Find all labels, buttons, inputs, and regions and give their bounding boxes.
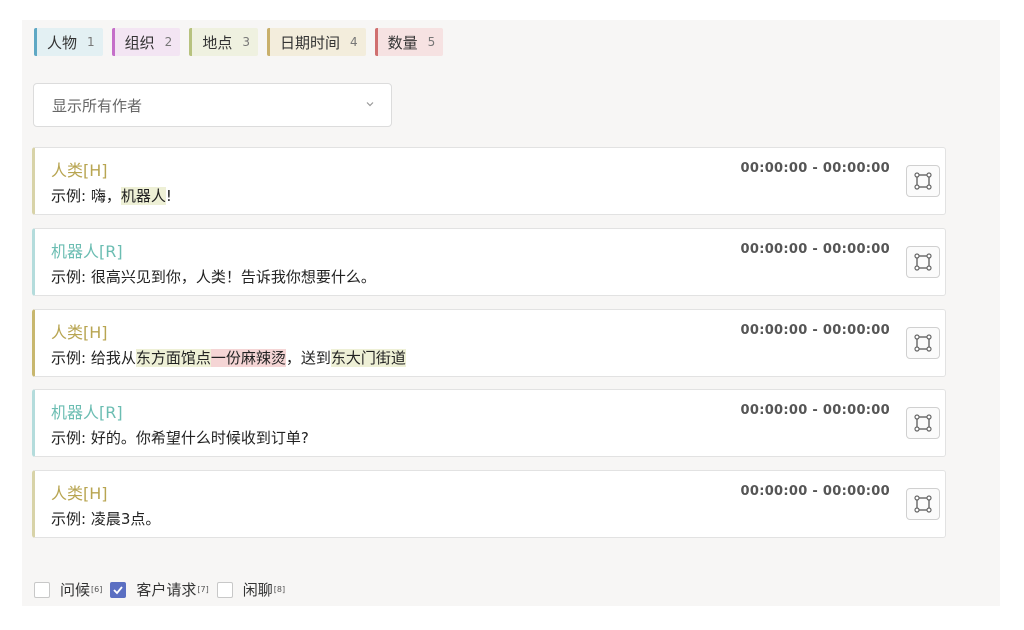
message-timestamp: 00:00:00 - 00:00:00: [740, 242, 890, 257]
tag-greeting[interactable]: 问候 [6]: [34, 579, 102, 600]
message-speaker: 人类[H]: [51, 323, 108, 342]
bounding-box-icon: [914, 495, 932, 513]
message-text[interactable]: 示例: 凌晨3点。: [51, 508, 160, 529]
message-timestamp: 00:00:00 - 00:00:00: [740, 484, 890, 499]
message-text-plain: 示例: 凌晨3点。: [51, 510, 161, 528]
label-chip-hotkey: 3: [242, 35, 250, 49]
tag-customer-request[interactable]: 客户请求 [7]: [110, 579, 209, 600]
tag-hotkey: [6]: [91, 585, 103, 594]
message-speaker: 机器人[R]: [51, 242, 123, 261]
label-chip-name: 地点: [202, 33, 233, 52]
message-text[interactable]: 示例: 嗨，机器人!: [51, 185, 172, 206]
label-chip-hotkey: 4: [349, 35, 358, 49]
message-text-plain: 示例: 很高兴见到你，人类！告诉我你想要什么。: [51, 268, 376, 286]
region-select-button[interactable]: [906, 165, 940, 197]
region-select-button[interactable]: [906, 246, 940, 278]
label-chip-name: 人物: [47, 33, 78, 52]
tag-label: 客户请求: [136, 581, 197, 599]
author-filter-select[interactable]: 显示所有作者: [33, 83, 392, 127]
label-chip-person[interactable]: 人物 1: [34, 28, 103, 56]
checkbox-chitchat[interactable]: [216, 581, 233, 598]
label-chip-hotkey: 5: [427, 35, 436, 49]
message-timestamp: 00:00:00 - 00:00:00: [740, 323, 890, 338]
author-filter-value: 显示所有作者: [52, 96, 143, 115]
checkbox-customer-request[interactable]: [110, 581, 127, 598]
region-select-button[interactable]: [906, 327, 940, 359]
tag-hotkey: [8]: [273, 585, 286, 594]
tag-label: 闲聊: [242, 581, 273, 599]
bounding-box-icon: [914, 414, 932, 432]
message-text[interactable]: 示例: 好的。你希望什么时候收到订单?: [51, 427, 309, 448]
label-chip-name: 组织: [124, 33, 155, 52]
check-icon: [113, 585, 124, 594]
entity-highlight[interactable]: 机器人: [120, 187, 166, 205]
message-speaker: 人类[H]: [51, 484, 108, 503]
message-item[interactable]: 机器人[R] 示例: 好的。你希望什么时候收到订单? 00:00:00 - 00:0…: [32, 389, 946, 457]
message-item[interactable]: 人类[H] 示例: 嗨，机器人! 00:00:00 - 00:00:00: [32, 147, 946, 215]
message-text[interactable]: 示例: 很高兴见到你，人类！告诉我你想要什么。: [51, 266, 376, 287]
tag-hotkey: [7]: [197, 585, 209, 594]
message-text[interactable]: 示例: 给我从东方面馆点一份麻辣烫，送到东大门街道: [51, 347, 406, 368]
message-text-plain: ，送到: [285, 349, 331, 367]
message-speaker: 人类[H]: [51, 161, 108, 180]
tag-label: 问候: [60, 581, 91, 599]
bounding-box-icon: [914, 253, 932, 271]
message-text-plain: 示例: 好的。你希望什么时候收到订单?: [51, 429, 309, 447]
message-speaker: 机器人[R]: [51, 403, 123, 422]
entity-highlight[interactable]: 东方面馆点: [135, 349, 211, 367]
message-text-plain: 示例: 嗨，: [51, 187, 121, 205]
label-chip-quantity[interactable]: 数量 5: [374, 28, 444, 56]
label-chip-datetime[interactable]: 日期时间 4: [266, 28, 366, 56]
label-chip-name: 数量: [387, 33, 418, 52]
entity-highlight[interactable]: 一份麻辣烫: [210, 349, 286, 367]
region-select-button[interactable]: [906, 407, 940, 439]
label-chip-location[interactable]: 地点 3: [189, 28, 258, 56]
region-select-button[interactable]: [906, 488, 940, 520]
entity-highlight[interactable]: 东大门街道: [330, 349, 406, 367]
annotation-panel: 人物 1 组织 2 地点 3 日期时间 4 数量 5 显示所有作者 人类[H] 示例: 嗨，…: [22, 20, 1000, 606]
message-timestamp: 00:00:00 - 00:00:00: [740, 403, 890, 418]
message-text-plain: 示例: 给我从: [51, 349, 136, 367]
message-item[interactable]: 人类[H] 示例: 给我从东方面馆点一份麻辣烫，送到东大门街道 00:00:00 -…: [32, 309, 946, 377]
message-item[interactable]: 机器人[R] 示例: 很高兴见到你，人类！告诉我你想要什么。 00:00:00 - …: [32, 228, 946, 296]
label-toolbar: 人物 1 组织 2 地点 3 日期时间 4 数量 5: [34, 28, 444, 56]
checkbox-greeting[interactable]: [34, 581, 50, 598]
message-item[interactable]: 人类[H] 示例: 凌晨3点。 00:00:00 - 00:00:00: [32, 470, 946, 538]
chevron-down-icon: [366, 102, 374, 107]
label-chip-hotkey: 1: [87, 35, 95, 49]
bounding-box-icon: [914, 172, 932, 190]
label-chip-name: 日期时间: [279, 33, 340, 52]
label-chip-organization[interactable]: 组织 2: [111, 28, 181, 56]
bounding-box-icon: [914, 334, 932, 352]
tag-chitchat[interactable]: 闲聊 [8]: [216, 579, 286, 600]
label-chip-hotkey: 2: [164, 35, 173, 49]
message-text-plain: !: [165, 187, 172, 205]
message-timestamp: 00:00:00 - 00:00:00: [740, 161, 890, 176]
tag-checkbox-group: 问候 [6] 客户请求 [7] 闲聊 [8]: [34, 579, 293, 600]
